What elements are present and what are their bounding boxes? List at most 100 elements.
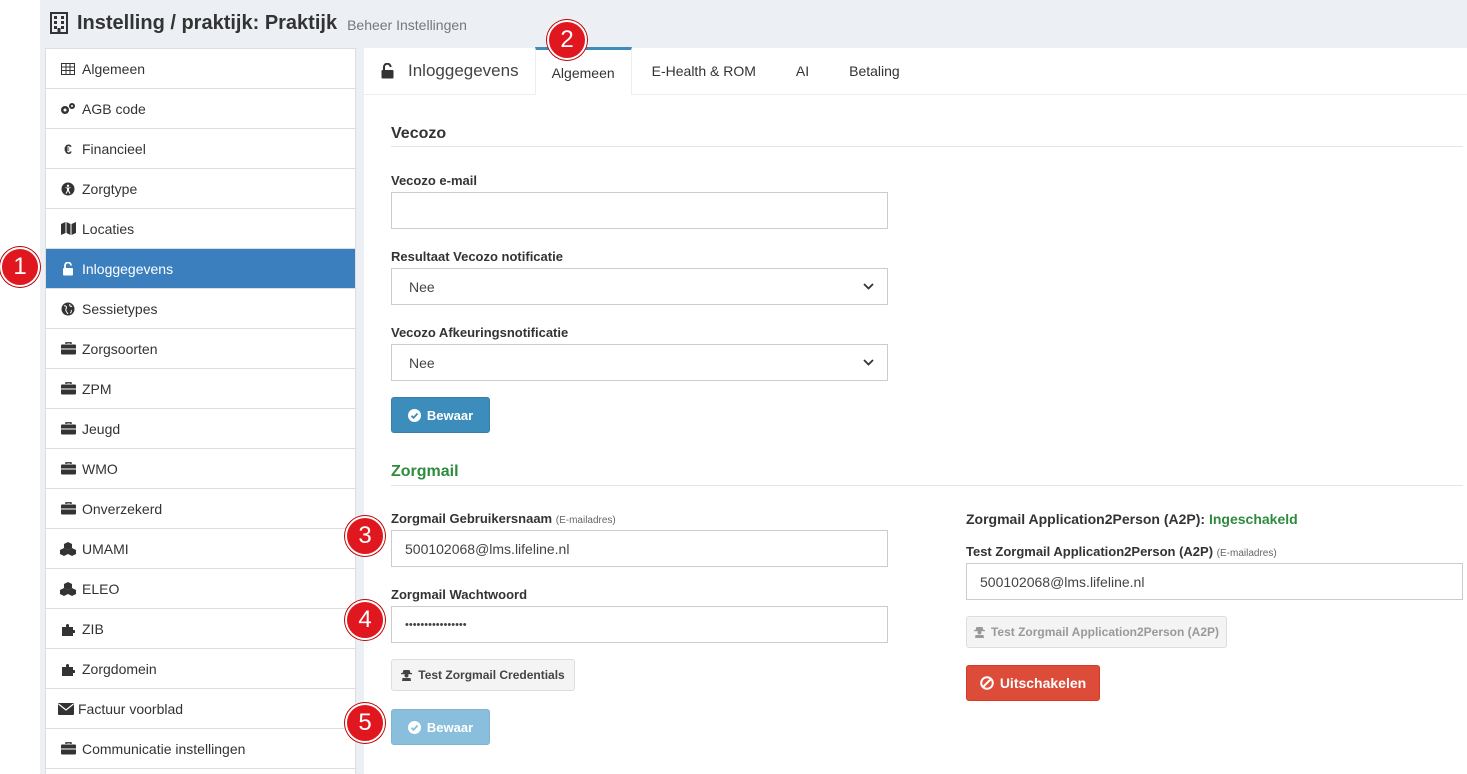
zorgmail-pass-input[interactable]: •••••••••••••••• xyxy=(391,606,888,643)
sidebar-item-label: Factuur voorblad xyxy=(78,700,184,717)
button-label: Uitschakelen xyxy=(999,675,1087,691)
tab-e-health-rom[interactable]: E-Health & ROM xyxy=(632,47,776,94)
content-panel: Inloggegevens Algemeen E-Health & ROM AI… xyxy=(364,47,1467,774)
vecozo-reject-select[interactable]: Nee xyxy=(391,344,888,381)
briefcase-icon xyxy=(60,342,76,356)
check-circle-icon xyxy=(407,408,421,422)
zorgmail-section-title: Zorgmail xyxy=(391,463,459,480)
puzzle-icon xyxy=(60,662,76,676)
a2p-label: Zorgmail Application2Person (A2P): xyxy=(966,511,1206,527)
a2p-test-input[interactable]: 500102068@lms.lifeline.nl xyxy=(966,563,1463,600)
sidebar-item-onverzekerd[interactable]: Onverzekerd xyxy=(46,489,355,529)
button-label: Bewaar xyxy=(426,407,474,423)
button-label: Test Zorgmail Credentials xyxy=(418,668,565,682)
vecozo-save-button[interactable]: Bewaar xyxy=(391,397,490,433)
tab-header-title: Inloggegevens xyxy=(364,47,535,94)
sidebar-item-zib[interactable]: ZIB xyxy=(46,609,355,649)
sidebar-item-label: Zorgtype xyxy=(82,180,138,197)
briefcase-icon xyxy=(60,742,76,756)
ban-icon xyxy=(980,676,994,690)
sidebar-item-sessietypes[interactable]: Sessietypes xyxy=(46,289,355,329)
sidebar-item-label: Zorgdomein xyxy=(82,660,157,677)
puzzle-icon xyxy=(60,622,76,636)
page-title: Instelling / praktijk: Praktijk xyxy=(77,11,338,34)
button-label: Bewaar xyxy=(426,719,474,735)
sidebar-item-label: Sessietypes xyxy=(82,300,158,317)
sidebar-item-agb-code[interactable]: AGB code xyxy=(46,89,355,129)
annotation-marker-2: 2 xyxy=(547,20,587,60)
vecozo-section-title: Vecozo xyxy=(391,125,447,142)
annotation-marker-5: 5 xyxy=(345,703,385,743)
briefcase-icon xyxy=(60,422,76,436)
sidebar-item-label: ZIB xyxy=(82,620,104,637)
user-secret-icon xyxy=(401,670,413,681)
accessibility-icon xyxy=(60,182,76,196)
left-strip xyxy=(0,0,40,774)
tab-bar: Inloggegevens Algemeen E-Health & ROM AI… xyxy=(364,47,1467,95)
annotation-marker-1: 1 xyxy=(0,247,40,287)
sidebar-item-inloggegevens[interactable]: Inloggegevens xyxy=(46,249,355,289)
sidebar-item-zpm[interactable]: ZPM xyxy=(46,369,355,409)
zorgmail-user-input[interactable]: 500102068@lms.lifeline.nl xyxy=(391,530,888,567)
vecozo-result-select[interactable]: Nee xyxy=(391,268,888,305)
sidebar-item-locaties[interactable]: Locaties xyxy=(46,209,355,249)
zorgmail-pass-label: Zorgmail Wachtwoord xyxy=(391,587,528,602)
settings-sidebar: Algemeen AGB code € Financieel Zorgtype … xyxy=(45,48,356,774)
select-value: Nee xyxy=(409,278,435,295)
label-hint: (E-mailadres) xyxy=(555,515,616,526)
sidebar-item-label: UMAMI xyxy=(82,540,129,557)
chevron-down-icon xyxy=(863,283,874,290)
uitschakelen-button[interactable]: Uitschakelen xyxy=(966,665,1100,701)
label-text: Test Zorgmail Application2Person (A2P) xyxy=(966,544,1214,559)
cubes-icon xyxy=(60,581,76,596)
test-zorgmail-credentials-button[interactable]: Test Zorgmail Credentials xyxy=(391,659,575,691)
sidebar-item-label: ELEO xyxy=(82,580,120,597)
sidebar-item-zorgtype[interactable]: Zorgtype xyxy=(46,169,355,209)
chevron-down-icon xyxy=(863,359,874,366)
button-label: Test Zorgmail Application2Person (A2P) xyxy=(990,625,1220,639)
a2p-status-line: Zorgmail Application2Person (A2P): Inges… xyxy=(966,511,1298,527)
sidebar-item-wmo[interactable]: WMO xyxy=(46,449,355,489)
sidebar-item-label: Financieel xyxy=(82,140,146,157)
vecozo-email-label: Vecozo e-mail xyxy=(391,173,477,188)
cubes-icon xyxy=(60,541,76,556)
globe-icon xyxy=(60,302,76,316)
briefcase-icon xyxy=(60,502,76,516)
sidebar-item-zorgdomein[interactable]: Zorgdomein xyxy=(46,649,355,689)
sidebar-item-umami[interactable]: UMAMI xyxy=(46,529,355,569)
test-a2p-button[interactable]: Test Zorgmail Application2Person (A2P) xyxy=(966,616,1227,648)
table-icon xyxy=(60,62,76,76)
annotation-marker-3: 3 xyxy=(345,516,385,556)
sidebar-item-label: WMO xyxy=(82,460,118,477)
cogs-icon xyxy=(60,102,76,116)
sidebar-item-financieel[interactable]: € Financieel xyxy=(46,129,355,169)
sidebar-item-eleo[interactable]: ELEO xyxy=(46,569,355,609)
zorgmail-user-label: Zorgmail Gebruikersnaam (E-mailadres) xyxy=(391,511,616,526)
sidebar-item-algemeen[interactable]: Algemeen xyxy=(46,49,355,89)
label-hint: (E-mailadres) xyxy=(1216,548,1277,559)
sidebar-item-jeugd[interactable]: Jeugd xyxy=(46,409,355,449)
vecozo-email-input[interactable] xyxy=(391,192,888,229)
a2p-status: Ingeschakeld xyxy=(1208,511,1298,527)
sidebar-item-zorgsoorten[interactable]: Zorgsoorten xyxy=(46,329,355,369)
vecozo-reject-label: Vecozo Afkeuringsnotificatie xyxy=(391,325,569,340)
vecozo-divider xyxy=(391,146,1463,147)
sidebar-item-label: Communicatie instellingen xyxy=(82,740,246,757)
sidebar-item-factuur-voorblad[interactable]: Factuur voorblad xyxy=(46,689,355,729)
zorgmail-save-button[interactable]: Bewaar xyxy=(391,709,490,745)
user-secret-icon xyxy=(973,627,985,638)
briefcase-icon xyxy=(60,382,76,396)
sidebar-item-label: Algemeen xyxy=(82,60,146,77)
sidebar-item-label: Inloggegevens xyxy=(82,260,174,277)
tab-header-label: Inloggegevens xyxy=(408,60,519,80)
sidebar-item-communicatie-instellingen[interactable]: Communicatie instellingen xyxy=(46,729,355,769)
sidebar-item-label: Onverzekerd xyxy=(82,500,163,517)
check-circle-icon xyxy=(407,720,421,734)
label-text: Zorgmail Gebruikersnaam xyxy=(391,511,553,526)
vecozo-result-label: Resultaat Vecozo notificatie xyxy=(391,249,563,264)
euro-icon: € xyxy=(64,140,72,157)
tab-betaling[interactable]: Betaling xyxy=(829,47,920,94)
tab-algemeen[interactable]: Algemeen xyxy=(534,47,632,95)
zorgmail-divider xyxy=(391,485,1463,486)
tab-ai[interactable]: AI xyxy=(776,47,829,94)
